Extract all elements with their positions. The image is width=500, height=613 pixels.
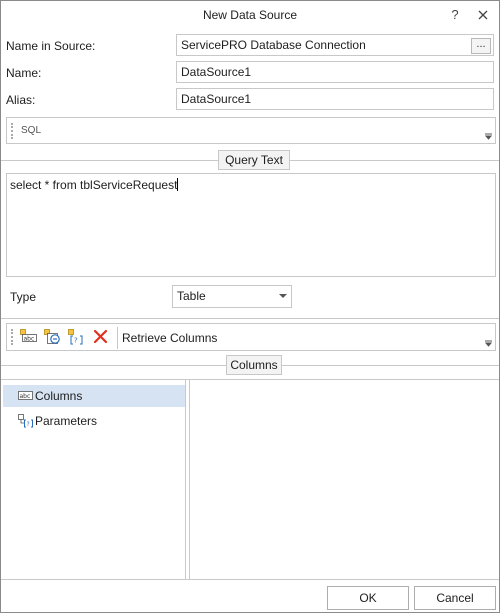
panel-splitter-left[interactable] bbox=[185, 379, 186, 579]
name-in-source-label: Name in Source: bbox=[6, 39, 96, 53]
name-value: DataSource1 bbox=[181, 65, 252, 79]
name-in-source-field[interactable]: ServicePRO Database Connection bbox=[176, 34, 494, 56]
tree-item-parameters-label: Parameters bbox=[35, 414, 98, 428]
type-divider bbox=[1, 318, 499, 319]
alias-value: DataSource1 bbox=[181, 92, 252, 106]
panel-top-border bbox=[1, 379, 499, 380]
tree-item-parameters[interactable]: ? Parameters bbox=[3, 410, 185, 432]
svg-text:abc: abc bbox=[24, 335, 35, 342]
add-column-icon[interactable]: abc bbox=[20, 328, 40, 346]
parameters-icon: ? bbox=[18, 414, 33, 428]
title-bar: New Data Source ? bbox=[1, 1, 499, 29]
query-text-editor[interactable]: select * from tblServiceRequest bbox=[6, 173, 496, 277]
add-expression-icon[interactable] bbox=[44, 328, 64, 346]
add-parameter-icon[interactable]: ? bbox=[68, 328, 88, 346]
close-button[interactable] bbox=[473, 5, 493, 25]
name-field[interactable]: DataSource1 bbox=[176, 61, 494, 83]
alias-label: Alias: bbox=[6, 93, 36, 107]
chevron-down-icon bbox=[279, 294, 287, 298]
browse-button[interactable]: ... bbox=[471, 38, 491, 54]
cancel-button[interactable]: Cancel bbox=[414, 586, 496, 610]
delete-icon[interactable] bbox=[92, 328, 112, 346]
tree-item-columns-label: Columns bbox=[35, 389, 83, 403]
columns-toolbar: abc ? Retrieve Columns bbox=[6, 323, 496, 351]
dialog-title: New Data Source bbox=[202, 8, 298, 22]
columns-toolbar-grip[interactable] bbox=[11, 329, 13, 345]
ok-button[interactable]: OK bbox=[327, 586, 409, 610]
sql-label: SQL bbox=[21, 125, 42, 136]
close-icon bbox=[478, 10, 488, 20]
columns-icon: abc bbox=[18, 391, 33, 400]
footer-divider bbox=[1, 579, 499, 580]
svg-text:?: ? bbox=[74, 337, 78, 345]
toolbar-expand-icon[interactable] bbox=[484, 132, 493, 142]
type-select[interactable]: Table bbox=[172, 285, 292, 308]
new-data-source-dialog: New Data Source ? Name in Source: Servic… bbox=[0, 0, 500, 613]
type-selected-value: Table bbox=[177, 289, 206, 303]
tree-item-columns[interactable]: abc Columns bbox=[3, 385, 185, 407]
columns-toolbar-expand-icon[interactable] bbox=[484, 339, 493, 349]
query-text-content: select * from tblServiceRequest bbox=[10, 178, 178, 192]
help-button[interactable]: ? bbox=[445, 5, 465, 25]
panel-splitter-right[interactable] bbox=[189, 379, 190, 579]
toolbar-separator bbox=[117, 327, 118, 349]
retrieve-columns-button[interactable]: Retrieve Columns bbox=[122, 331, 217, 345]
columns-header: Columns bbox=[226, 355, 282, 375]
toolbar-grip[interactable] bbox=[11, 123, 13, 139]
text-caret bbox=[177, 178, 179, 191]
query-text-header: Query Text bbox=[218, 150, 290, 170]
alias-field[interactable]: DataSource1 bbox=[176, 88, 494, 110]
svg-text:abc: abc bbox=[20, 393, 31, 400]
name-label: Name: bbox=[6, 66, 42, 80]
type-label: Type bbox=[10, 290, 37, 304]
name-in-source-value: ServicePRO Database Connection bbox=[181, 38, 366, 52]
sql-toolbar: SQL bbox=[6, 117, 496, 144]
svg-text:?: ? bbox=[27, 421, 30, 428]
